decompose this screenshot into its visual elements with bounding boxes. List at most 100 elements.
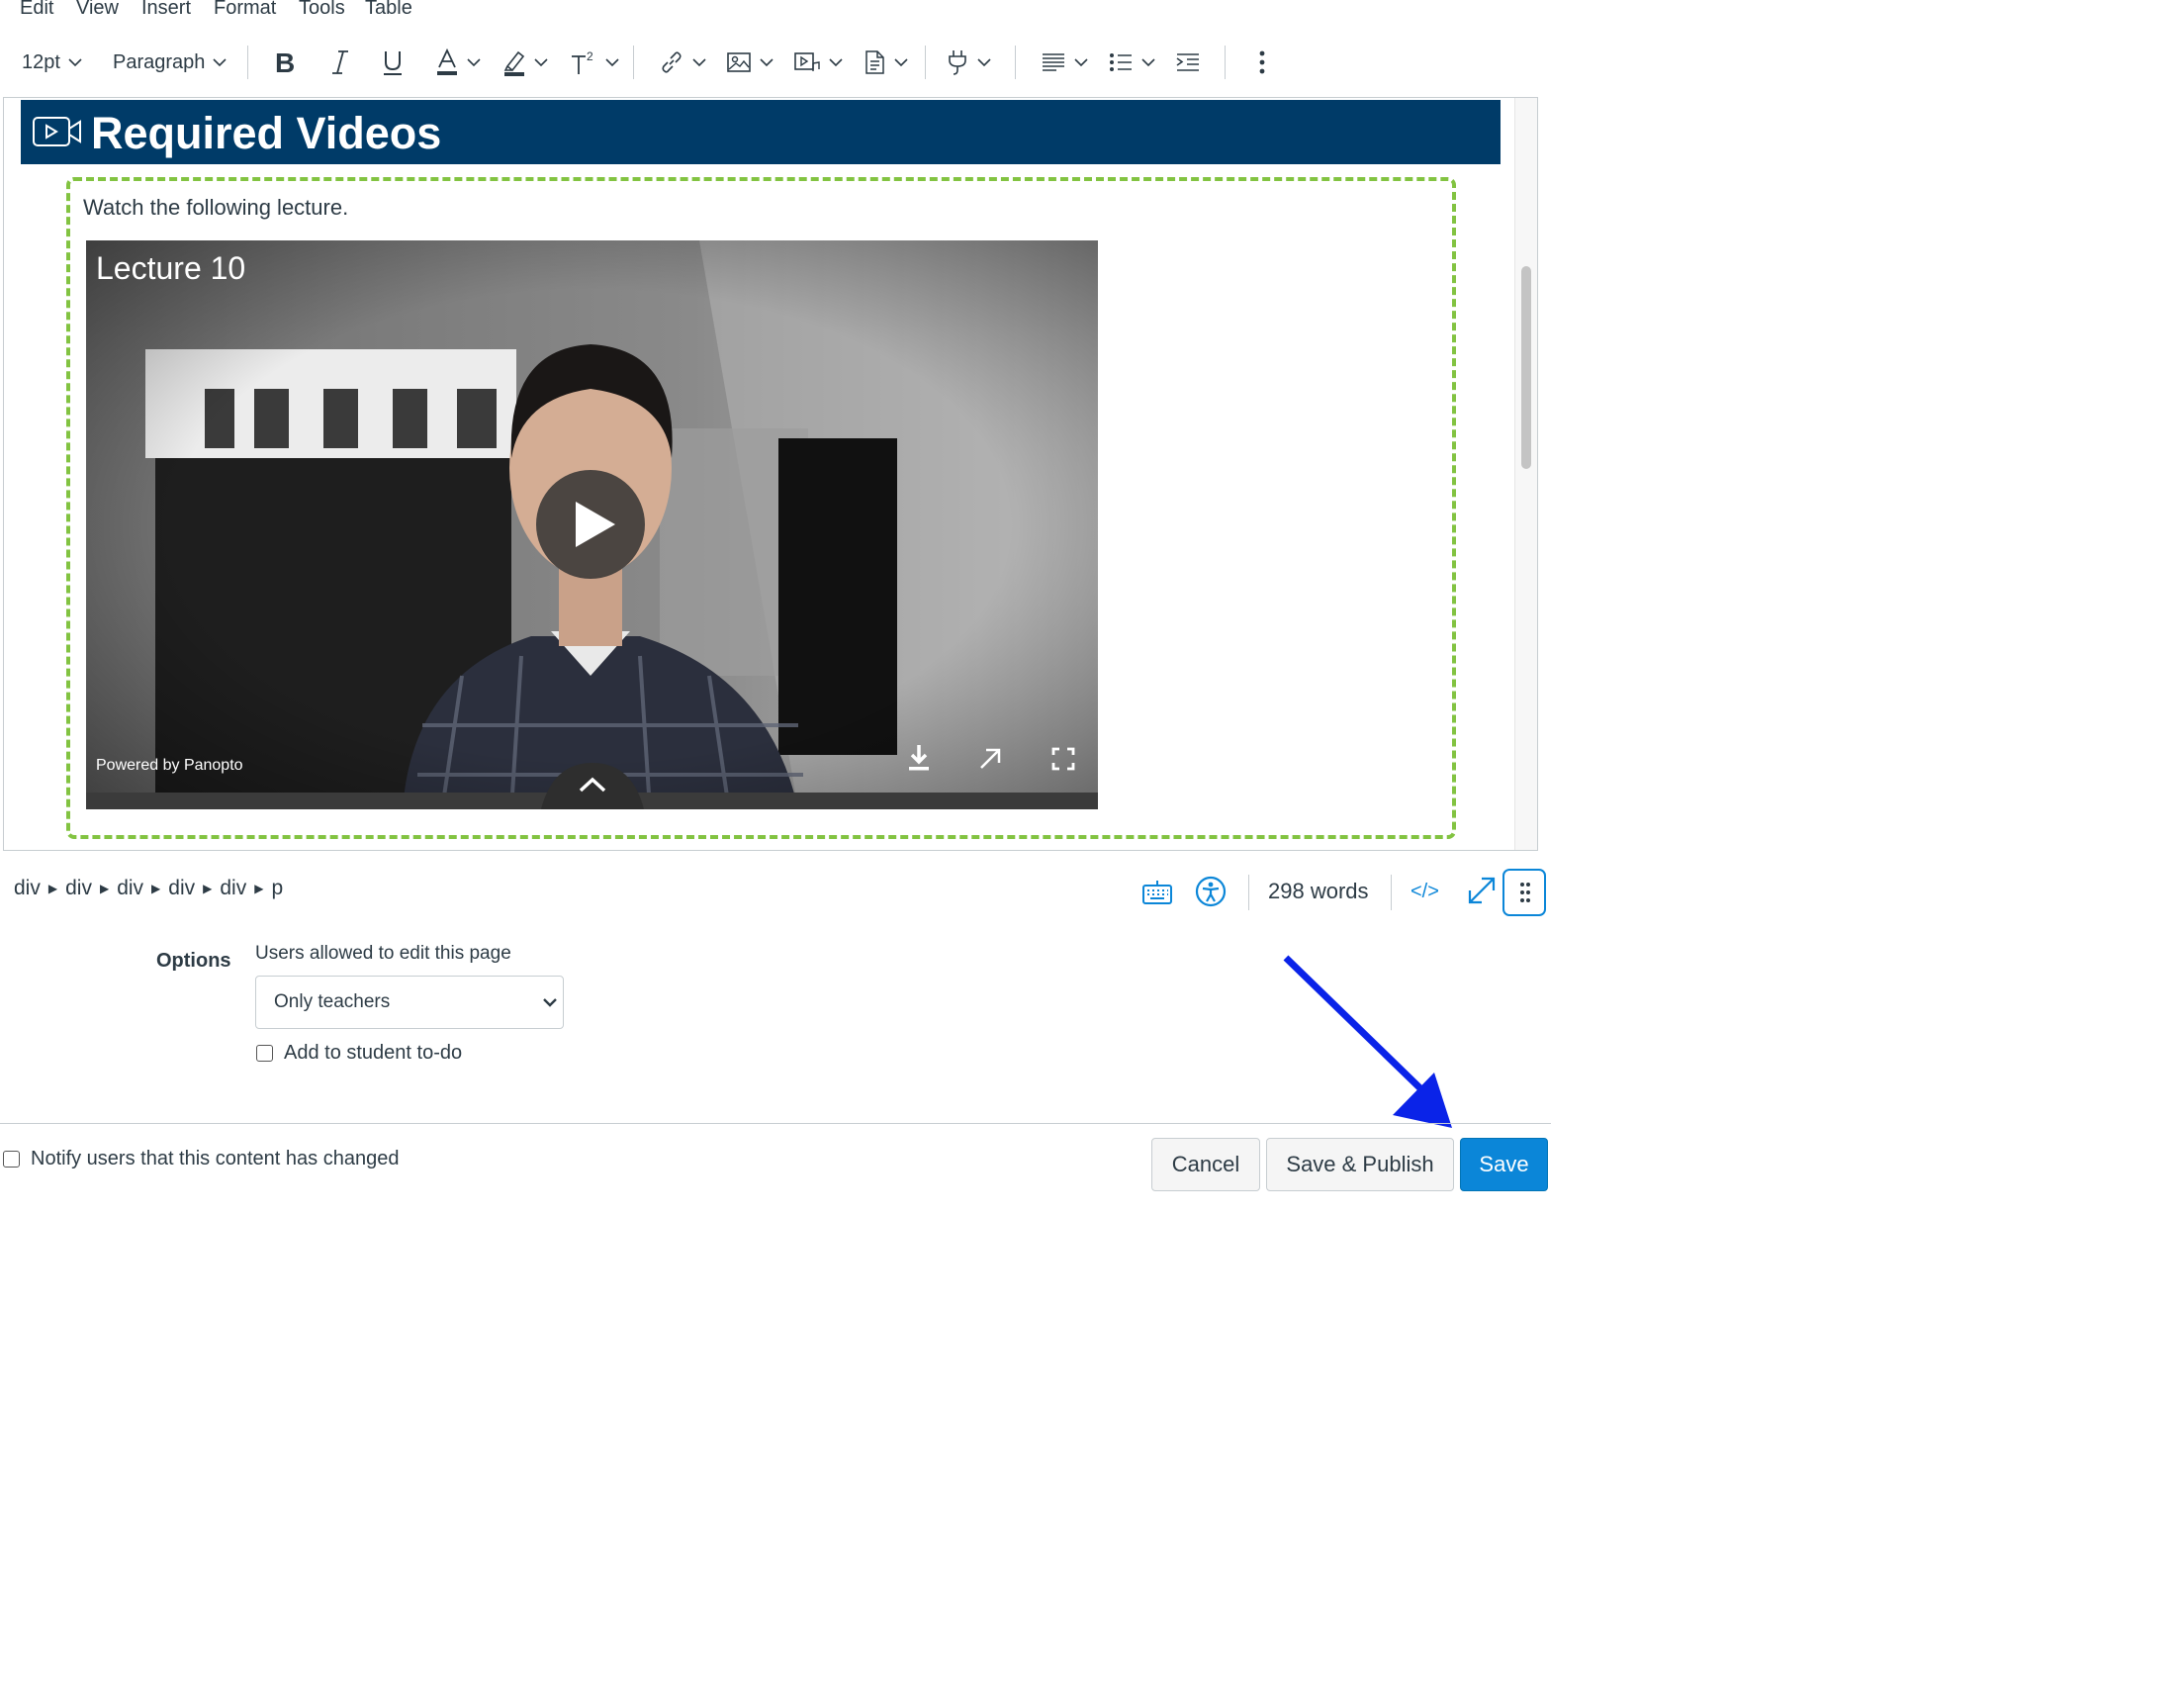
caret-right-icon: ▶ <box>99 882 110 895</box>
toolbar-divider <box>925 46 926 79</box>
editor-toolbar: 12pt Paragraph B 2 <box>0 36 1551 89</box>
chevron-down-icon <box>894 58 908 67</box>
toolbar-divider <box>1015 46 1016 79</box>
bullet-list-icon <box>1110 53 1132 71</box>
menu-edit[interactable]: Edit <box>20 0 53 20</box>
statusbar-divider <box>1391 875 1392 910</box>
link-icon <box>662 51 682 73</box>
video-camera-icon <box>33 117 81 146</box>
chevron-down-icon <box>760 58 774 67</box>
italic-icon <box>332 50 348 74</box>
statusbar-divider <box>1248 875 1249 910</box>
element-path-breadcrumb: div ▶ div ▶ div ▶ div ▶ div ▶ p <box>14 877 283 900</box>
media-icon <box>794 52 820 71</box>
toolbar-divider <box>247 46 248 79</box>
notify-option: Notify users that this content has chang… <box>3 1148 399 1170</box>
document-button[interactable] <box>863 36 908 89</box>
underline-icon <box>384 51 402 75</box>
chevron-down-icon <box>605 58 619 67</box>
path-item[interactable]: p <box>271 877 283 900</box>
menu-view[interactable]: View <box>76 0 119 20</box>
open-external-icon[interactable] <box>978 747 1002 771</box>
svg-text:B: B <box>275 48 295 76</box>
document-icon <box>865 50 884 74</box>
notify-checkbox[interactable] <box>3 1151 20 1168</box>
path-item[interactable]: div <box>168 877 195 900</box>
link-button[interactable] <box>659 36 706 89</box>
fullscreen-expand-icon[interactable] <box>1466 875 1498 906</box>
bold-button[interactable]: B <box>273 36 299 89</box>
highlight-color-button[interactable] <box>502 36 548 89</box>
menu-format[interactable]: Format <box>214 0 276 20</box>
caret-right-icon: ▶ <box>254 882 264 895</box>
keyboard-shortcuts-icon[interactable] <box>1141 878 1173 905</box>
rich-content-editor[interactable]: Required Videos Watch the following lect… <box>3 97 1538 851</box>
annotation-arrow <box>1283 955 1452 1128</box>
footer-divider <box>0 1123 1551 1124</box>
todo-checkbox[interactable] <box>256 1045 273 1062</box>
bold-icon: B <box>275 48 295 76</box>
font-size-dropdown[interactable]: 12pt <box>22 36 82 89</box>
chevron-down-icon <box>692 58 706 67</box>
save-and-publish-button[interactable]: Save & Publish <box>1266 1138 1454 1191</box>
menu-tools[interactable]: Tools <box>299 0 345 20</box>
editor-scrollbar-thumb[interactable] <box>1521 266 1531 469</box>
edit-permission-label: Users allowed to edit this page <box>255 943 511 964</box>
save-button[interactable]: Save <box>1460 1138 1548 1191</box>
path-item[interactable]: div <box>14 877 41 900</box>
download-icon[interactable] <box>907 743 931 773</box>
chevron-down-icon <box>213 58 227 67</box>
path-item[interactable]: div <box>117 877 143 900</box>
notify-label: Notify users that this content has chang… <box>31 1148 400 1169</box>
todo-option: Add to student to-do <box>256 1042 462 1065</box>
indent-icon <box>1176 53 1199 71</box>
block-format-value: Paragraph <box>113 50 206 73</box>
menu-insert[interactable]: Insert <box>141 0 191 20</box>
chevron-down-icon <box>534 58 548 67</box>
caret-right-icon: ▶ <box>203 882 213 895</box>
indent-button[interactable] <box>1175 36 1201 89</box>
embedded-video-player[interactable]: Lecture 10 Powered by Panopto <box>86 240 1098 809</box>
editor-scrollbar[interactable] <box>1514 98 1537 850</box>
path-item[interactable]: div <box>65 877 92 900</box>
powered-by-label: Powered by Panopto <box>96 757 243 774</box>
image-button[interactable] <box>726 36 774 89</box>
image-icon <box>727 52 751 72</box>
accessibility-checker-icon[interactable] <box>1195 876 1227 907</box>
cancel-button[interactable]: Cancel <box>1151 1138 1260 1191</box>
chevron-down-icon <box>1141 58 1155 67</box>
italic-button[interactable] <box>328 36 352 89</box>
superscript-button[interactable]: 2 <box>570 36 619 89</box>
chevron-down-icon <box>467 58 481 67</box>
fullscreen-icon[interactable] <box>1051 747 1075 771</box>
superscript-icon: 2 <box>572 49 593 74</box>
list-button[interactable] <box>1108 36 1155 89</box>
text-color-button[interactable] <box>435 36 481 89</box>
align-button[interactable] <box>1041 36 1088 89</box>
align-left-icon <box>1043 53 1064 71</box>
more-options-button[interactable] <box>1256 36 1268 89</box>
intro-text: Watch the following lecture. <box>83 195 349 220</box>
caret-right-icon: ▶ <box>151 882 161 895</box>
play-button[interactable] <box>536 470 645 579</box>
chevron-down-icon <box>829 58 843 67</box>
block-format-dropdown[interactable]: Paragraph <box>113 36 227 89</box>
chevron-down-icon <box>1074 58 1088 67</box>
underline-button[interactable] <box>381 36 405 89</box>
edit-permission-select[interactable]: Only teachers <box>255 976 564 1029</box>
caret-right-icon: ▶ <box>47 882 58 895</box>
font-size-value: 12pt <box>22 50 60 73</box>
text-color-icon <box>437 47 457 75</box>
section-banner: Required Videos <box>21 100 1501 164</box>
html-editor-toggle[interactable]: </> <box>1410 881 1439 903</box>
menu-table[interactable]: Table <box>365 0 412 20</box>
toolbar-divider <box>1225 46 1226 79</box>
video-title: Lecture 10 <box>96 250 246 286</box>
path-item[interactable]: div <box>220 877 246 900</box>
drag-handle-icon <box>1520 883 1530 902</box>
media-button[interactable] <box>793 36 843 89</box>
expand-controls-toggle[interactable] <box>541 763 644 809</box>
apps-plugin-button[interactable] <box>946 36 991 89</box>
resize-handle[interactable] <box>1502 869 1546 916</box>
section-title: Required Videos <box>91 108 442 158</box>
